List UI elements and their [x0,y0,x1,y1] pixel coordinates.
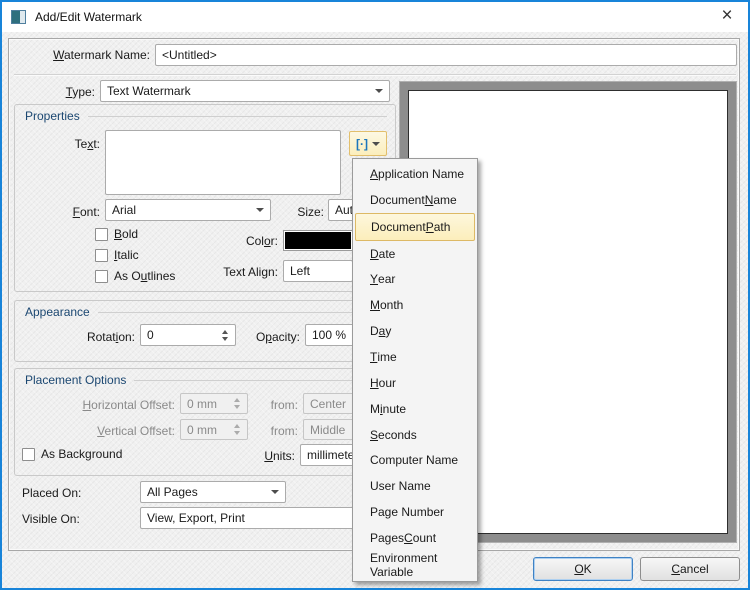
spinner-arrows-icon [234,398,241,409]
menu-item-computer-name[interactable]: Computer Name [353,447,477,473]
menu-item-date[interactable]: Date [353,241,477,267]
font-dropdown[interactable]: Arial [105,199,271,221]
menu-item-pages-count[interactable]: Pages Count [353,525,477,551]
properties-group-title: Properties [25,109,80,123]
as-outlines-label: As Outlines [114,269,175,284]
visible-on-label: Visible On: [22,512,80,527]
menu-item-year[interactable]: Year [353,266,477,292]
chevron-down-icon [271,490,279,494]
bold-label: Bold [114,227,138,242]
menu-item-environment-variable[interactable]: Environment Variable [353,551,477,579]
macro-dropdown-menu: Application Name Document Name Document … [352,158,478,582]
placed-on-value: All Pages [147,485,198,499]
vertical-offset-spinner: 0 mm [180,419,248,440]
vertical-offset-value: 0 mm [187,423,217,437]
horizontal-offset-spinner: 0 mm [180,393,248,414]
divider [14,74,736,75]
cancel-button[interactable]: Cancel [640,557,740,581]
as-background-checkbox[interactable] [22,448,35,461]
color-swatch-button[interactable] [283,230,353,251]
as-outlines-checkbox[interactable] [95,270,108,283]
font-label: Font: [40,205,100,220]
macro-brackets-icon: [·] [356,138,368,150]
size-label: Size: [282,205,324,220]
units-value: millimeter [307,448,358,462]
font-value: Arial [112,203,136,217]
menu-item-document-path[interactable]: Document Path [355,213,475,241]
type-label: Type: [20,85,95,100]
rotation-label: Rotation: [55,330,135,345]
chevron-down-icon [372,142,380,146]
watermark-name-input[interactable]: <Untitled> [155,44,737,66]
menu-item-month[interactable]: Month [353,292,477,318]
text-align-dropdown[interactable]: Left [283,260,353,282]
text-align-value: Left [290,264,310,278]
units-label: Units: [253,449,295,464]
group-title-rule [134,380,387,381]
dialog-title: Add/Edit Watermark [35,10,142,24]
visible-on-value: View, Export, Print [147,511,245,525]
opacity-label: Opacity: [238,330,300,345]
add-edit-watermark-dialog: Add/Edit Watermark × Watermark Name: <Un… [0,0,750,590]
opacity-value: 100 % [312,328,346,342]
rotation-value: 0 [147,328,154,342]
menu-item-document-name[interactable]: Document Name [353,187,477,213]
menu-item-user-name[interactable]: User Name [353,473,477,499]
menu-item-time[interactable]: Time [353,344,477,370]
horizontal-from-value: Center [310,397,346,411]
menu-item-application-name[interactable]: Application Name [353,161,477,187]
close-icon[interactable]: × [717,6,737,26]
menu-item-minute[interactable]: Minute [353,396,477,422]
chevron-down-icon [256,208,264,212]
spinner-arrows-icon [234,424,241,435]
ok-button[interactable]: OK [533,557,633,581]
text-align-label: Text Align: [198,265,278,280]
rotation-spinner[interactable]: 0 [140,324,236,346]
spinner-arrows-icon[interactable] [222,330,229,341]
menu-item-hour[interactable]: Hour [353,370,477,396]
group-title-rule [98,312,387,313]
color-label: Color: [218,234,278,249]
placed-on-label: Placed On: [22,486,81,501]
watermark-name-label: Watermark Name: [20,48,150,63]
watermark-name-value: <Untitled> [162,48,217,62]
insert-macro-button[interactable]: [·] [349,131,387,156]
group-title-rule [88,116,387,117]
title-bar: Add/Edit Watermark [2,2,748,32]
menu-item-day[interactable]: Day [353,318,477,344]
horizontal-offset-value: 0 mm [187,397,217,411]
vertical-from-value: Middle [310,423,345,437]
app-icon [11,10,26,24]
appearance-group-title: Appearance [25,305,90,319]
type-value: Text Watermark [107,84,191,98]
chevron-down-icon [375,89,383,93]
horizontal-offset-label: Horizontal Offset: [50,398,175,413]
as-background-label: As Background [41,447,122,462]
text-label: Text: [40,137,100,152]
bold-checkbox[interactable] [95,228,108,241]
horizontal-from-label: from: [266,398,298,413]
type-dropdown[interactable]: Text Watermark [100,80,390,102]
watermark-text-input[interactable] [105,130,341,195]
italic-checkbox[interactable] [95,249,108,262]
menu-item-page-number[interactable]: Page Number [353,499,477,525]
vertical-offset-label: Vertical Offset: [50,424,175,439]
vertical-from-label: from: [266,424,298,439]
italic-label: Italic [114,248,139,263]
placed-on-dropdown[interactable]: All Pages [140,481,286,503]
menu-item-seconds[interactable]: Seconds [353,422,477,448]
placement-group-title: Placement Options [25,373,126,387]
